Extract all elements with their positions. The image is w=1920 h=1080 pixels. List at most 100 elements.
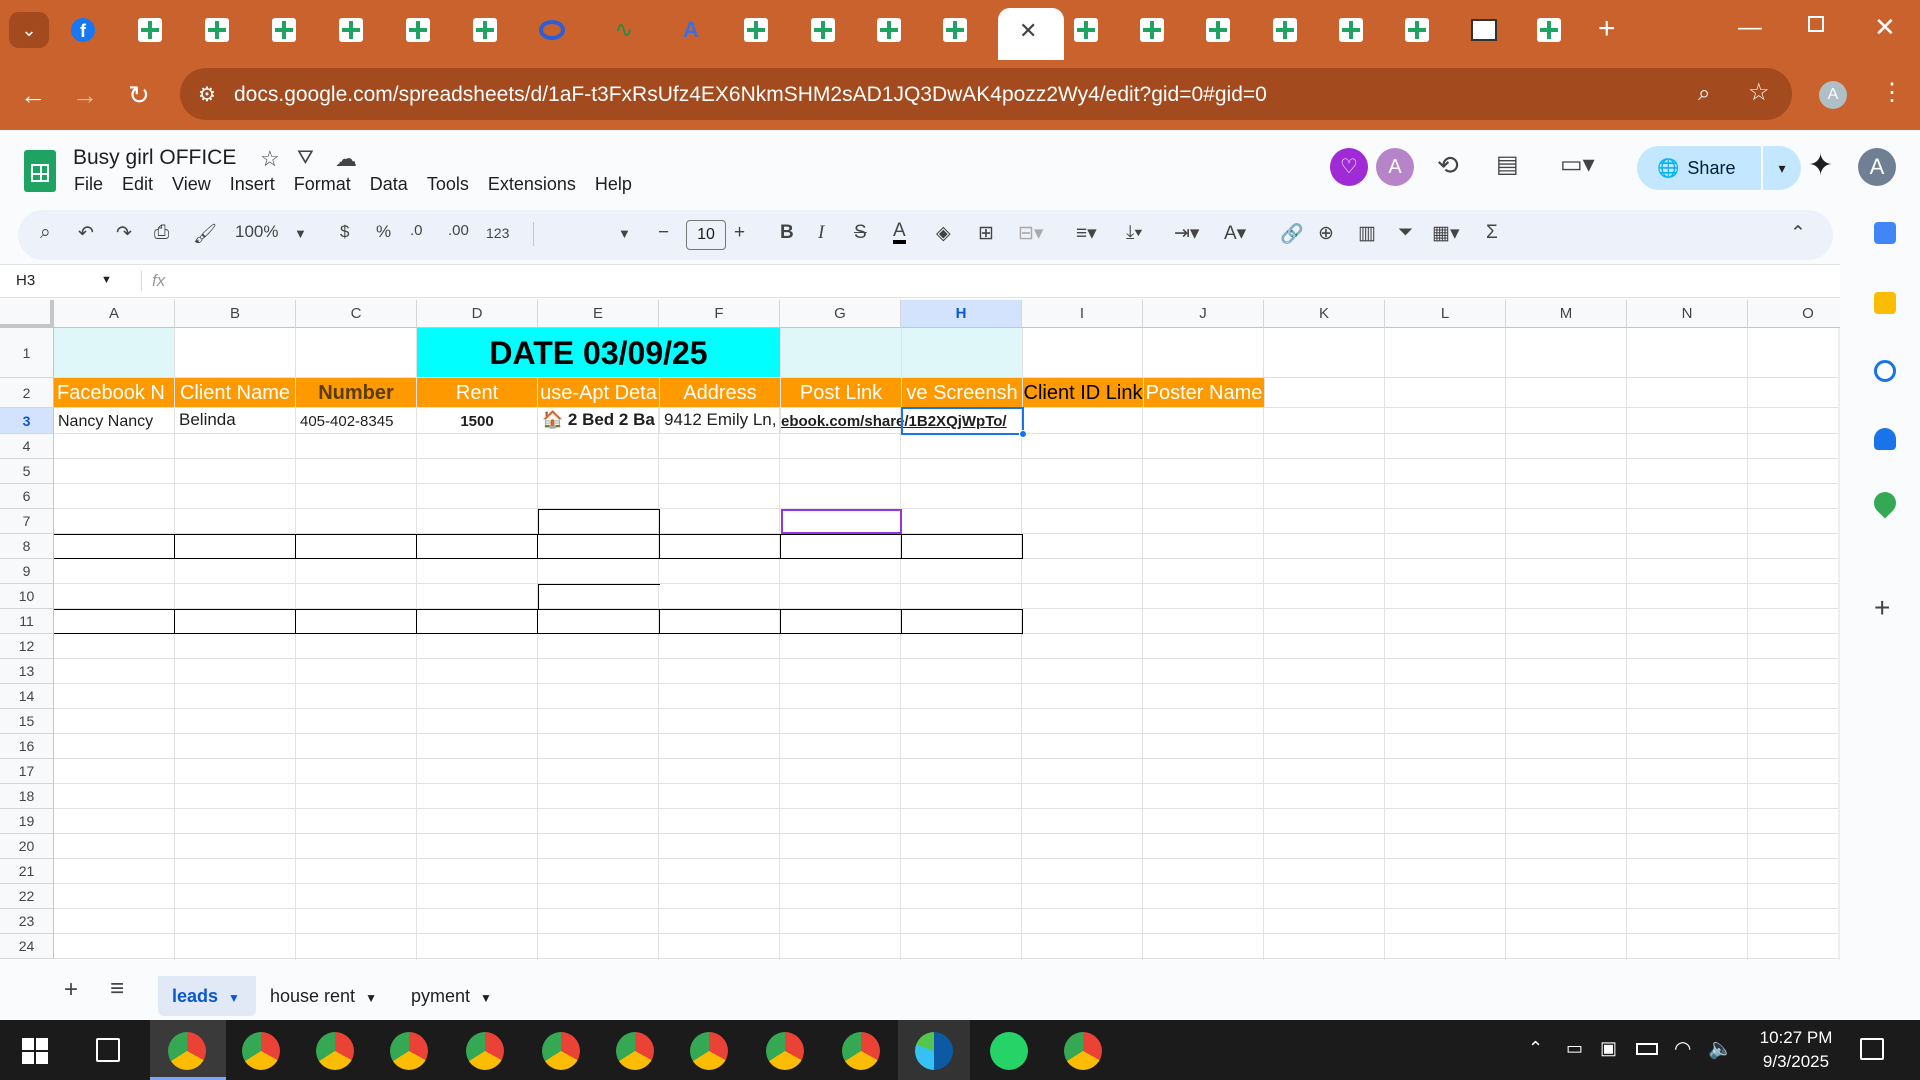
whatsapp-icon[interactable] (990, 1032, 1028, 1070)
add-sheet-icon[interactable]: + (64, 976, 78, 1004)
percent-format[interactable]: % (376, 222, 391, 242)
currency-format[interactable]: $ (340, 222, 349, 242)
column-header-a[interactable]: A (54, 300, 175, 328)
row-header-12[interactable]: 12 (0, 634, 54, 659)
kebab-menu-icon[interactable]: ⋮ (1880, 78, 1904, 107)
paint-format-icon[interactable]: 🖌 (193, 222, 217, 246)
row-header-18[interactable]: 18 (0, 784, 54, 809)
tab-search-button[interactable]: ⌄ (9, 12, 49, 48)
row-header-23[interactable]: 23 (0, 909, 54, 934)
font-family-select[interactable] (533, 222, 653, 246)
row-header-7[interactable]: 7 (0, 509, 54, 534)
task-view-icon[interactable] (96, 1038, 120, 1062)
tab-pyment-chevron-down-icon[interactable]: ▼ (480, 991, 492, 1005)
menu-extensions[interactable]: Extensions (488, 174, 576, 195)
row-header-17[interactable]: 17 (0, 759, 54, 784)
tab-leads-chevron-down-icon[interactable]: ▼ (228, 991, 240, 1005)
vertical-scrollbar[interactable] (1838, 328, 1840, 960)
row-header-5[interactable]: 5 (0, 459, 54, 484)
column-header-o[interactable]: O (1748, 300, 1840, 328)
url-text[interactable]: docs.google.com/spreadsheets/d/1aF-t3FxR… (234, 83, 1267, 107)
reload-icon[interactable]: ↻ (128, 82, 150, 108)
tab-sheets-2[interactable] (200, 13, 234, 47)
gemini-icon[interactable]: ✦ (1808, 148, 1833, 183)
purple-highlight-g7[interactable] (781, 509, 902, 534)
tab-sheets-16[interactable] (1400, 13, 1434, 47)
font-size-increase-icon[interactable]: + (734, 222, 745, 244)
tab-sheets-8[interactable] (806, 13, 840, 47)
tray-screen-icon[interactable]: ▣ (1600, 1038, 1617, 1059)
header-post-link[interactable]: Post Link (781, 378, 902, 408)
column-header-h[interactable]: H (901, 300, 1022, 328)
tab-sheets-5[interactable] (401, 13, 435, 47)
tab-sheets-9[interactable] (872, 13, 906, 47)
borders-icon[interactable]: ⊞ (978, 222, 994, 245)
redo-icon[interactable]: ↷ (116, 222, 132, 245)
address-bar[interactable]: ⚙ docs.google.com/spreadsheets/d/1aF-t3F… (180, 68, 1792, 120)
row-header-20[interactable]: 20 (0, 834, 54, 859)
tab-translate[interactable]: A (674, 13, 708, 47)
text-wrap-icon[interactable]: ⇥▾ (1174, 222, 1199, 245)
font-size-input[interactable]: 10 (686, 220, 726, 250)
tab-sheets-4[interactable] (334, 13, 368, 47)
row-header-1[interactable]: 1 (0, 328, 54, 378)
tab-sheets-7[interactable] (739, 13, 773, 47)
back-icon[interactable]: ← (20, 82, 46, 108)
header-rent[interactable]: Rent (417, 378, 538, 408)
menu-help[interactable]: Help (595, 174, 632, 195)
clock-time[interactable]: 10:27 PM (1752, 1028, 1840, 1048)
cell-a1[interactable] (54, 328, 175, 378)
collapse-toolbar-icon[interactable]: ⌃ (1790, 222, 1806, 245)
calendar-icon[interactable] (1874, 222, 1896, 244)
column-header-b[interactable]: B (175, 300, 296, 328)
meet-icon[interactable]: ▭▾ (1560, 150, 1595, 179)
tasks-icon[interactable] (1874, 360, 1896, 382)
gemini-heart-icon[interactable]: ♡ (1330, 148, 1368, 186)
row-header-16[interactable]: 16 (0, 734, 54, 759)
zoom-chevron-down-icon[interactable]: ▼ (294, 226, 307, 241)
name-box[interactable]: H3 (16, 272, 35, 289)
fill-handle[interactable] (1019, 430, 1027, 438)
column-header-k[interactable]: K (1264, 300, 1385, 328)
header-poster-name[interactable]: Poster Name (1144, 378, 1265, 408)
all-sheets-icon[interactable]: ≡ (110, 975, 124, 1003)
header-address[interactable]: Address (660, 378, 781, 408)
selected-cell-h3[interactable] (901, 407, 1024, 435)
row-header-10[interactable]: 10 (0, 584, 54, 609)
chrome-profile-7-icon[interactable] (616, 1032, 654, 1070)
column-header-n[interactable]: N (1627, 300, 1748, 328)
cell-c3[interactable]: 405-402-8345 (296, 408, 417, 434)
select-all-corner[interactable] (0, 300, 54, 328)
cell-f3[interactable]: 9412 Emily Ln, (660, 408, 781, 434)
menu-insert[interactable]: Insert (230, 174, 275, 195)
chrome-profile-1-icon[interactable] (168, 1032, 206, 1070)
tab-app-blue[interactable] (535, 13, 569, 47)
column-header-j[interactable]: J (1143, 300, 1264, 328)
minimize-icon[interactable]: — (1738, 14, 1762, 42)
volume-icon[interactable]: 🔈 (1708, 1036, 1733, 1061)
notifications-icon[interactable] (1860, 1038, 1884, 1060)
chrome-profile-8-icon[interactable] (690, 1032, 728, 1070)
menu-data[interactable]: Data (370, 174, 408, 195)
row-header-15[interactable]: 15 (0, 709, 54, 734)
tab-chart-site[interactable] (1467, 13, 1501, 47)
share-button[interactable]: 🌐 Share (1637, 146, 1761, 190)
maps-icon[interactable] (1869, 487, 1901, 519)
menu-tools[interactable]: Tools (427, 174, 469, 195)
keep-icon[interactable] (1874, 292, 1896, 314)
functions-icon[interactable]: Σ (1486, 222, 1498, 244)
cell-g1[interactable] (781, 328, 902, 378)
tab-app-green[interactable]: ∿ (607, 13, 641, 47)
header-apt-details[interactable]: use-Apt Deta (538, 378, 660, 408)
font-chevron-down-icon[interactable]: ▼ (618, 226, 631, 241)
text-rotation-icon[interactable]: A▾ (1224, 222, 1246, 245)
edge-icon[interactable] (915, 1032, 953, 1070)
menu-edit[interactable]: Edit (122, 174, 153, 195)
header-number[interactable]: Number (296, 378, 417, 408)
clock-date[interactable]: 9/3/2025 (1752, 1052, 1840, 1072)
valign-bottom-icon[interactable]: ⤓▾ (1126, 222, 1142, 244)
history-icon[interactable]: ⟲ (1437, 150, 1459, 181)
get-addons-icon[interactable]: + (1874, 592, 1890, 624)
insert-comment-icon[interactable]: ⊕ (1318, 222, 1334, 245)
column-header-e[interactable]: E (538, 300, 659, 328)
